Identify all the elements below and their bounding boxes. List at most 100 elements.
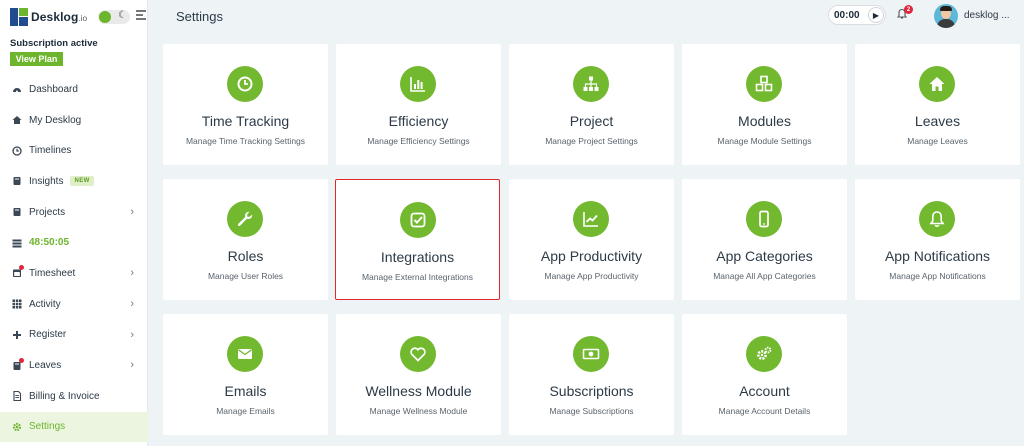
card-title: Emails (224, 383, 267, 399)
tracker-timer[interactable]: 00:00 ▶ (828, 5, 886, 25)
card-desc: Manage User Roles (207, 271, 284, 281)
sidebar-item-register[interactable]: Register › (0, 320, 148, 351)
sidebar-item-insights[interactable]: Insights NEW (0, 166, 148, 197)
sidebar-item-label: Leaves (29, 360, 62, 372)
sidebar: Desklog.io ☾ Subscription active View Pl… (0, 0, 148, 446)
money-icon (573, 336, 609, 372)
card-title: App Notifications (884, 248, 991, 264)
card-modules[interactable]: Modules Manage Module Settings (682, 44, 847, 165)
sidebar-item-label: Billing & Invoice (29, 390, 100, 402)
chevron-right-icon: › (130, 205, 134, 218)
sidebar-item-label: Register (29, 329, 67, 341)
sidebar-item-timesheet[interactable]: Timesheet › (0, 258, 148, 289)
calendar-icon (12, 265, 24, 278)
sidebar-item-label: Projects (29, 206, 66, 218)
card-emails[interactable]: Emails Manage Emails (163, 314, 328, 435)
card-title: Account (739, 383, 790, 399)
card-subscriptions[interactable]: Subscriptions Manage Subscriptions (509, 314, 674, 435)
sitemap-icon (573, 66, 609, 102)
sidebar-item-leaves[interactable]: Leaves › (0, 350, 148, 381)
play-icon[interactable]: ▶ (868, 7, 884, 23)
line-chart-icon (573, 201, 609, 237)
card-title: Leaves (914, 113, 961, 129)
sidebar-item-settings[interactable]: Settings (0, 411, 148, 443)
chevron-right-icon: › (130, 267, 134, 280)
timer-bars-icon (12, 238, 22, 248)
sidebar-item-label: Dashboard (29, 83, 78, 95)
card-title: Integrations (380, 249, 455, 265)
heart-icon (400, 336, 436, 372)
notification-count-badge: 2 (904, 5, 913, 14)
notification-dot (19, 265, 24, 271)
theme-toggle[interactable]: ☾ (98, 10, 130, 24)
sidebar-item-label: Timelines (29, 145, 72, 157)
chevron-right-icon: › (130, 297, 134, 310)
sidebar-item-label: Settings (29, 421, 66, 433)
card-app-notifications[interactable]: App Notifications Manage App Notificatio… (855, 179, 1020, 300)
card-desc: Manage All App Categories (713, 271, 816, 281)
card-desc: Manage App Notifications (889, 271, 986, 281)
desklog-logo-icon (10, 8, 28, 26)
notification-dot (19, 357, 24, 363)
card-title: Efficiency (388, 113, 449, 129)
card-account[interactable]: Account Manage Account Details (682, 314, 847, 435)
card-title: Wellness Module (365, 383, 472, 399)
view-plan-button[interactable]: View Plan (10, 52, 63, 66)
book-icon (12, 357, 24, 371)
brand-logo[interactable]: Desklog.io (10, 6, 87, 28)
chevron-right-icon: › (130, 359, 134, 372)
card-desc: Manage Subscriptions (549, 406, 634, 416)
card-desc: Manage Project Settings (545, 136, 638, 146)
book-icon (12, 176, 22, 186)
subscription-status: Subscription active (10, 38, 98, 49)
cubes-icon (746, 66, 782, 102)
card-app-categories[interactable]: App Categories Manage All App Categories (682, 179, 847, 300)
house-icon (919, 66, 955, 102)
card-roles[interactable]: Roles Manage User Roles (163, 179, 328, 300)
invoice-icon (12, 391, 22, 402)
sidebar-item-label: Activity (29, 298, 61, 310)
sidebar-item-dashboard[interactable]: Dashboard (0, 74, 148, 105)
timer-value: 00:00 (834, 9, 860, 21)
card-title: Time Tracking (201, 113, 290, 129)
card-title: Modules (738, 113, 791, 129)
sidebar-item-timelines[interactable]: Timelines (0, 135, 148, 166)
card-desc: Manage Leaves (907, 136, 968, 146)
card-leaves[interactable]: Leaves Manage Leaves (855, 44, 1020, 165)
plus-icon (12, 330, 22, 340)
card-desc: Manage App Productivity (544, 271, 639, 281)
mobile-icon (746, 201, 782, 237)
check-square-icon (400, 202, 436, 238)
clock-icon (227, 66, 263, 102)
notifications-button[interactable]: 2 (896, 5, 913, 23)
sidebar-item-activity[interactable]: Activity › (0, 289, 148, 320)
light-mode-icon (99, 11, 111, 23)
sidebar-item-label: My Desklog (29, 114, 82, 126)
card-time-tracking[interactable]: Time Tracking Manage Time Tracking Setti… (163, 44, 328, 165)
card-desc: Manage Wellness Module (369, 406, 468, 416)
sidebar-item-my-desklog[interactable]: My Desklog (0, 105, 148, 136)
envelope-icon (227, 336, 263, 372)
card-wellness-module[interactable]: Wellness Module Manage Wellness Module (336, 314, 501, 435)
card-title: Roles (227, 248, 264, 264)
card-app-productivity[interactable]: App Productivity Manage App Productivity (509, 179, 674, 300)
card-desc: Manage External Integrations (361, 272, 474, 282)
menu-collapse-icon[interactable] (136, 10, 146, 20)
card-desc: Manage Account Details (718, 406, 811, 416)
user-menu[interactable]: desklog ... (964, 10, 1010, 21)
card-title: Subscriptions (549, 383, 634, 399)
avatar[interactable] (934, 4, 958, 28)
clock-icon (12, 146, 22, 156)
sidebar-item-running-timer[interactable]: 48:50:05 (0, 227, 148, 258)
sidebar-nav: Dashboard My Desklog Timelines Insights … (0, 74, 148, 443)
sidebar-item-projects[interactable]: Projects › (0, 197, 148, 228)
home-icon (12, 115, 22, 125)
bell-icon (919, 201, 955, 237)
card-project[interactable]: Project Manage Project Settings (509, 44, 674, 165)
card-efficiency[interactable]: Efficiency Manage Efficiency Settings (336, 44, 501, 165)
running-timer-value: 48:50:05 (29, 237, 70, 249)
sidebar-item-billing-invoice[interactable]: Billing & Invoice (0, 381, 148, 412)
card-integrations[interactable]: Integrations Manage External Integration… (335, 179, 500, 300)
sidebar-item-label: Timesheet (29, 267, 76, 279)
wrench-icon (227, 201, 263, 237)
